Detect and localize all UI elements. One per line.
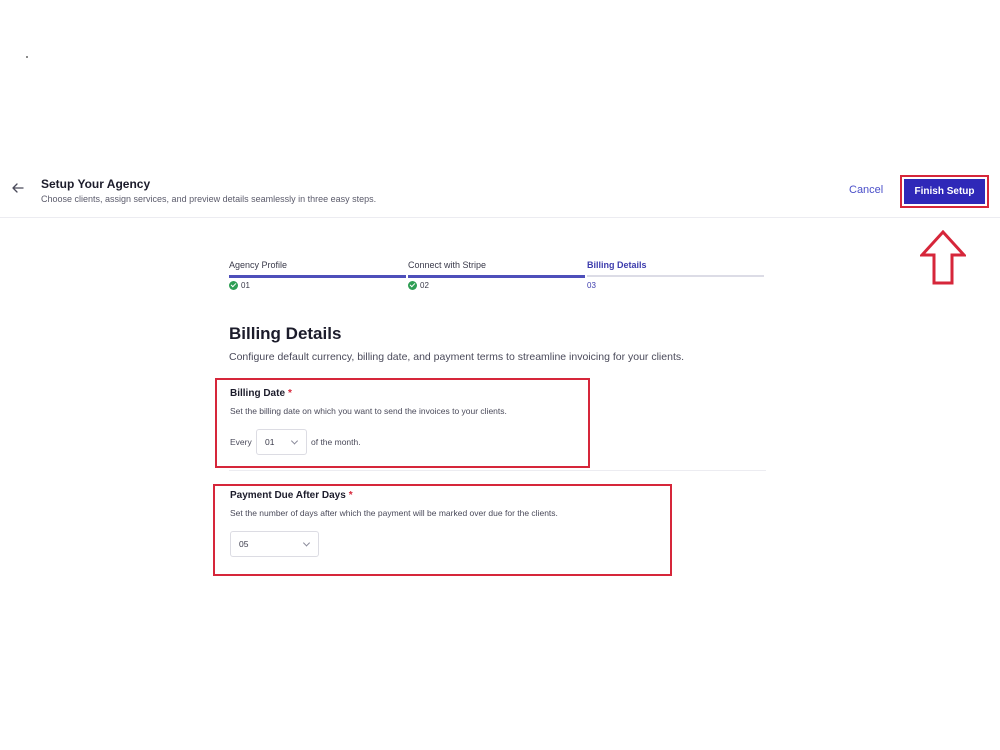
step-number: 03 <box>587 281 596 290</box>
step-agency-profile[interactable]: Agency Profile 01 <box>229 260 408 292</box>
chevron-down-icon <box>302 539 311 547</box>
billing-date-value: 01 <box>265 437 275 447</box>
stray-dot <box>26 56 28 58</box>
chevron-down-icon <box>290 437 299 445</box>
payment-due-value: 05 <box>239 539 249 549</box>
check-circle-icon <box>408 281 417 290</box>
section-title: Billing Details <box>229 324 342 343</box>
payment-due-select[interactable]: 05 <box>230 531 319 557</box>
arrow-left-icon[interactable] <box>10 180 26 196</box>
finish-setup-button[interactable]: Finish Setup <box>904 179 985 204</box>
payment-due-help: Set the number of days after which the p… <box>230 508 558 518</box>
page-subtitle: Choose clients, assign services, and pre… <box>41 194 377 204</box>
billing-date-help: Set the billing date on which you want t… <box>230 406 507 416</box>
check-circle-icon <box>229 281 238 290</box>
step-number: 02 <box>420 281 429 290</box>
step-progress-bar <box>408 275 585 278</box>
step-progress-bar <box>587 275 764 277</box>
finish-button-highlight: Finish Setup <box>900 175 989 208</box>
page-header: Setup Your Agency Choose clients, assign… <box>0 168 1000 218</box>
billing-date-prefix: Every <box>230 437 252 447</box>
step-connect-stripe[interactable]: Connect with Stripe 02 <box>408 260 587 292</box>
setup-stepper: Agency Profile 01 Connect with Stripe 02… <box>229 260 766 292</box>
step-progress-bar <box>229 275 406 278</box>
required-mark: * <box>288 388 292 399</box>
billing-date-label: Billing Date * <box>230 388 292 399</box>
step-label: Connect with Stripe <box>408 260 487 270</box>
section-description: Configure default currency, billing date… <box>229 351 685 363</box>
step-label: Billing Details <box>587 260 647 270</box>
billing-date-suffix: of the month. <box>311 437 361 447</box>
step-number: 01 <box>241 281 250 290</box>
billing-date-select[interactable]: 01 <box>256 429 307 455</box>
step-billing-details[interactable]: Billing Details 03 <box>587 260 766 292</box>
payment-due-label: Payment Due After Days * <box>230 490 353 501</box>
up-arrow-annotation-icon <box>920 230 966 285</box>
section-divider <box>229 470 766 471</box>
step-label: Agency Profile <box>229 260 288 270</box>
required-mark: * <box>348 490 353 501</box>
cancel-button[interactable]: Cancel <box>849 184 883 196</box>
page-title: Setup Your Agency <box>41 177 151 191</box>
